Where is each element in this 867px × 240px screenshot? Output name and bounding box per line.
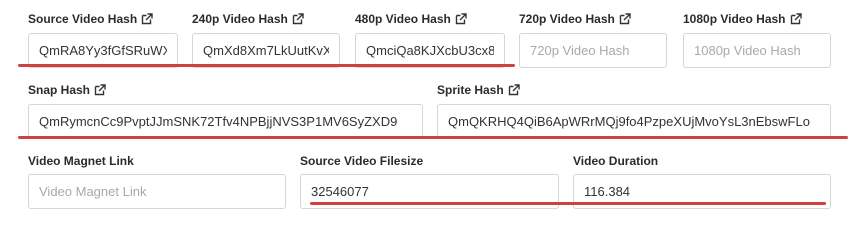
annotation-underline [18, 64, 515, 67]
source-video-hash-label-text: Source Video Hash [28, 12, 138, 26]
source-video-hash-input[interactable] [28, 33, 178, 68]
240p-video-hash-field: 240p Video Hash [192, 11, 304, 27]
snap-hash-label: Snap Hash [28, 82, 106, 98]
annotation-underline [310, 202, 826, 205]
720p-video-hash-input[interactable] [519, 33, 667, 68]
snap-hash-field: Snap Hash [28, 82, 106, 98]
1080p-video-hash-label: 1080p Video Hash [683, 11, 802, 27]
video-duration-field: Video Duration [573, 153, 658, 169]
sprite-hash-field: Sprite Hash [437, 82, 520, 98]
1080p-video-hash-field: 1080p Video Hash [683, 11, 802, 27]
source-video-hash-field: Source Video Hash [28, 11, 153, 27]
240p-video-hash-label: 240p Video Hash [192, 11, 304, 27]
sprite-hash-input[interactable] [437, 104, 831, 139]
480p-video-hash-label-text: 480p Video Hash [355, 12, 451, 26]
480p-video-hash-field: 480p Video Hash [355, 11, 467, 27]
annotation-underline [18, 136, 848, 139]
external-link-icon[interactable] [292, 13, 304, 25]
480p-video-hash-input[interactable] [355, 33, 505, 68]
1080p-video-hash-label-text: 1080p Video Hash [683, 12, 786, 26]
external-link-icon[interactable] [94, 84, 106, 96]
video-magnet-link-field: Video Magnet Link [28, 153, 134, 169]
source-video-filesize-label: Source Video Filesize [300, 154, 424, 168]
720p-video-hash-field: 720p Video Hash [519, 11, 631, 27]
720p-video-hash-label-text: 720p Video Hash [519, 12, 615, 26]
sprite-hash-label-text: Sprite Hash [437, 83, 504, 97]
480p-video-hash-label: 480p Video Hash [355, 11, 467, 27]
240p-video-hash-input[interactable] [192, 33, 340, 68]
720p-video-hash-label: 720p Video Hash [519, 11, 631, 27]
snap-hash-input[interactable] [28, 104, 423, 139]
video-duration-label: Video Duration [573, 154, 659, 168]
sprite-hash-label: Sprite Hash [437, 82, 520, 98]
external-link-icon[interactable] [508, 84, 520, 96]
external-link-icon[interactable] [455, 13, 467, 25]
snap-hash-label-text: Snap Hash [28, 83, 91, 97]
240p-video-hash-label-text: 240p Video Hash [192, 12, 288, 26]
external-link-icon[interactable] [141, 13, 153, 25]
external-link-icon[interactable] [790, 13, 802, 25]
video-magnet-link-label: Video Magnet Link [28, 154, 134, 168]
source-video-hash-label: Source Video Hash [28, 11, 153, 27]
source-video-filesize-field: Source Video Filesize [300, 153, 423, 169]
1080p-video-hash-input[interactable] [683, 33, 831, 68]
video-magnet-link-input[interactable] [28, 174, 286, 209]
external-link-icon[interactable] [619, 13, 631, 25]
